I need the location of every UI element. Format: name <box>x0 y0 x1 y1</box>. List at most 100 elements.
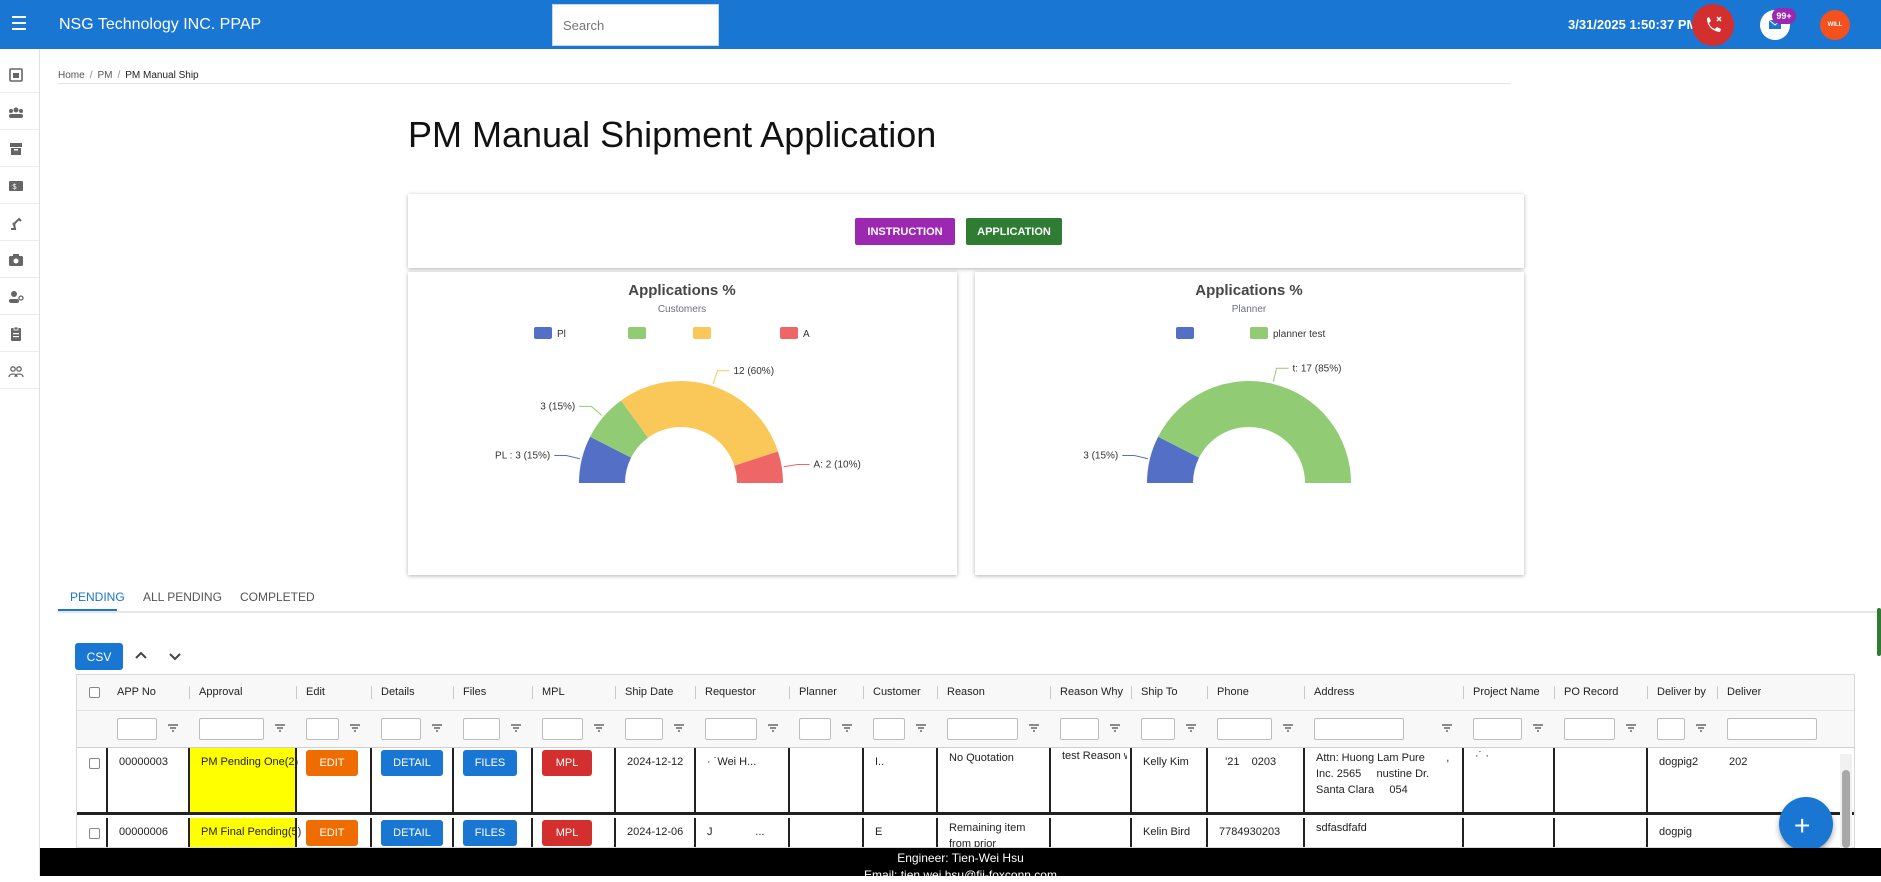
expand-up-button[interactable] <box>131 646 151 666</box>
column-header[interactable]: Details <box>381 686 415 698</box>
column-resize-handle[interactable] <box>937 686 938 699</box>
column-filter-input[interactable] <box>947 718 1018 740</box>
sidebar-item-clipboard[interactable] <box>0 316 39 352</box>
filter-icon[interactable] <box>1028 722 1040 734</box>
column-resize-handle[interactable] <box>1647 686 1648 699</box>
app-title[interactable]: NSG Technology INC. PPAP <box>59 16 261 34</box>
column-header[interactable]: Address <box>1314 686 1354 698</box>
column-filter-input[interactable] <box>1727 718 1817 740</box>
column-resize-handle[interactable] <box>296 686 297 699</box>
filter-icon[interactable] <box>1109 722 1121 734</box>
detail-button[interactable]: DETAIL <box>381 750 443 776</box>
sidebar-item-robotics[interactable] <box>0 205 39 241</box>
side-handle[interactable] <box>1877 608 1881 656</box>
column-header[interactable]: Files <box>463 686 486 698</box>
filter-icon[interactable] <box>349 722 361 734</box>
filter-icon[interactable] <box>510 722 522 734</box>
filter-icon[interactable] <box>274 722 286 734</box>
column-resize-handle[interactable] <box>695 686 696 699</box>
filter-icon[interactable] <box>431 722 443 734</box>
column-resize-handle[interactable] <box>1463 686 1464 699</box>
legend-label[interactable]: planner test <box>1273 329 1325 340</box>
pie-slice[interactable] <box>621 381 779 466</box>
column-filter-input[interactable] <box>799 718 831 740</box>
column-filter-input[interactable] <box>1314 718 1404 740</box>
column-resize-handle[interactable] <box>789 686 790 699</box>
column-filter-input[interactable] <box>199 718 264 740</box>
instruction-button[interactable]: INSTRUCTION <box>855 218 955 245</box>
column-header[interactable]: APP No <box>117 686 156 698</box>
column-resize-handle[interactable] <box>1554 686 1555 699</box>
column-filter-input[interactable] <box>873 718 905 740</box>
column-resize-handle[interactable] <box>1050 686 1051 699</box>
column-resize-handle[interactable] <box>532 686 533 699</box>
legend-swatch[interactable] <box>780 327 798 339</box>
sidebar-item-people[interactable] <box>0 353 39 389</box>
column-filter-input[interactable] <box>542 718 583 740</box>
legend-swatch[interactable] <box>628 327 646 339</box>
filter-icon[interactable] <box>673 722 685 734</box>
menu-icon[interactable] <box>6 12 32 38</box>
search-input[interactable] <box>552 4 719 46</box>
sidebar-item-groups[interactable] <box>0 94 39 130</box>
application-button[interactable]: APPLICATION <box>966 218 1062 245</box>
filter-icon[interactable] <box>841 722 853 734</box>
expand-down-button[interactable] <box>165 646 185 666</box>
column-filter-input[interactable] <box>705 718 757 740</box>
column-header[interactable]: Edit <box>306 686 325 698</box>
legend-label[interactable]: A <box>803 329 810 340</box>
sidebar-item-dashboard[interactable] <box>0 57 39 93</box>
column-header[interactable]: Reason Why <box>1060 686 1123 698</box>
legend-swatch[interactable] <box>693 327 711 339</box>
filter-icon[interactable] <box>767 722 779 734</box>
column-resize-handle[interactable] <box>1207 686 1208 699</box>
call-button[interactable] <box>1692 4 1734 46</box>
column-filter-input[interactable] <box>117 718 157 740</box>
select-all-checkbox[interactable] <box>89 687 100 698</box>
csv-export-button[interactable]: CSV <box>75 643 123 670</box>
column-header[interactable]: PO Record <box>1564 686 1618 698</box>
column-resize-handle[interactable] <box>863 686 864 699</box>
tab-completed[interactable]: COMPLETED <box>228 582 327 612</box>
column-filter-input[interactable] <box>625 718 663 740</box>
edit-button[interactable]: EDIT <box>306 820 358 846</box>
column-filter-input[interactable] <box>1473 718 1522 740</box>
row-checkbox[interactable] <box>89 758 100 769</box>
files-button[interactable]: FILES <box>463 820 517 846</box>
column-resize-handle[interactable] <box>371 686 372 699</box>
filter-icon[interactable] <box>1441 722 1453 734</box>
detail-button[interactable]: DETAIL <box>381 820 443 846</box>
table-scrollbar-thumb[interactable] <box>1842 770 1850 848</box>
column-header[interactable]: Planner <box>799 686 837 698</box>
column-resize-handle[interactable] <box>615 686 616 699</box>
column-resize-handle[interactable] <box>453 686 454 699</box>
legend-swatch[interactable] <box>534 327 552 339</box>
mpl-button[interactable]: MPL <box>542 820 592 846</box>
legend-label[interactable]: Pl <box>557 329 566 340</box>
column-header[interactable]: Deliver <box>1727 686 1761 698</box>
column-header[interactable]: Reason <box>947 686 985 698</box>
breadcrumb-home[interactable]: Home <box>58 70 85 81</box>
row-checkbox[interactable] <box>89 828 100 839</box>
column-resize-handle[interactable] <box>189 686 190 699</box>
column-header[interactable]: Phone <box>1217 686 1249 698</box>
avatar[interactable]: WILL <box>1820 10 1850 40</box>
column-header[interactable]: Customer <box>873 686 921 698</box>
legend-swatch[interactable] <box>1250 327 1268 339</box>
table-row[interactable]: PM Pending One(2) EDIT DETAIL FILES MPL 00000… <box>77 748 1854 815</box>
column-filter-input[interactable] <box>1217 718 1272 740</box>
sidebar-item-engineers[interactable] <box>0 279 39 315</box>
table-row[interactable]: PM Final Pending(5) EDIT DETAIL FILES MPL 000… <box>77 818 1854 847</box>
sidebar-item-camera[interactable] <box>0 242 39 278</box>
column-filter-input[interactable] <box>463 718 500 740</box>
mpl-button[interactable]: MPL <box>542 750 592 776</box>
column-header[interactable]: Deliver by <box>1657 686 1706 698</box>
column-header[interactable]: Project Name <box>1473 686 1540 698</box>
filter-icon[interactable] <box>1185 722 1197 734</box>
filter-icon[interactable] <box>1695 722 1707 734</box>
breadcrumb-pm[interactable]: PM <box>97 70 112 81</box>
filter-icon[interactable] <box>593 722 605 734</box>
legend-swatch[interactable] <box>1176 327 1194 339</box>
column-resize-handle[interactable] <box>1717 686 1718 699</box>
add-application-button[interactable]: + <box>1779 797 1833 851</box>
